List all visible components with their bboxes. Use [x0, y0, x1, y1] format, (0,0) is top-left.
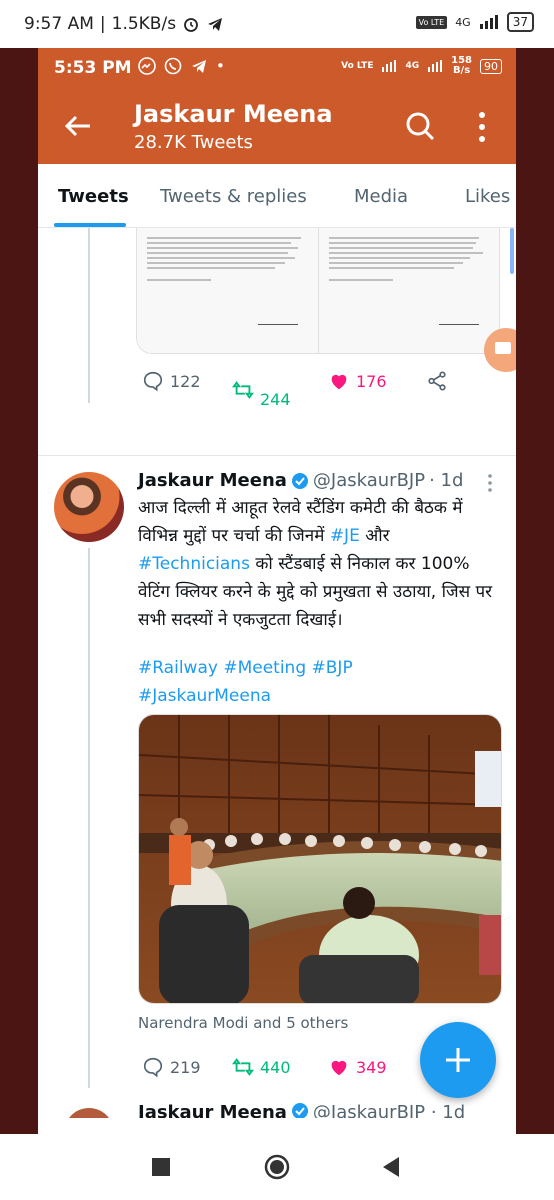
like-count: 176: [356, 371, 387, 391]
recents-icon[interactable]: [148, 1154, 174, 1180]
net-speed: 158 B/s: [451, 55, 472, 76]
tweet-divider: [38, 455, 516, 456]
device-status-left: 9:57 AM | 1.5KB/s: [24, 14, 224, 34]
like-count: 349: [356, 1057, 387, 1077]
meeting-photo[interactable]: [138, 714, 502, 1004]
tweet-hashtags[interactable]: #Railway #Meeting #BJP #JaskaurMeena: [138, 654, 504, 710]
tweet-text: आज दिल्ली में आहूत रेलवे स्टैंडिंग कमेटी…: [138, 498, 493, 630]
reply-button[interactable]: 219: [142, 1056, 201, 1078]
heart-filled-icon: [331, 1060, 347, 1076]
camera-icon: [495, 342, 511, 354]
compose-tweet-button[interactable]: [420, 1022, 496, 1098]
tweet-count: 28.7K Tweets: [134, 132, 253, 153]
avatar[interactable]: [54, 472, 124, 542]
like-button[interactable]: 349: [328, 1056, 387, 1078]
volte-badge: Vo LTE: [415, 15, 448, 29]
hashtag-je[interactable]: #JE: [330, 526, 360, 546]
document-image: [137, 228, 319, 353]
device-nav-bar: [0, 1134, 554, 1200]
thread-line: [88, 228, 90, 403]
signal-icon: [382, 60, 397, 72]
scrollbar[interactable]: [510, 228, 514, 274]
signal-icon-2: [428, 60, 443, 72]
profile-name-title: Jaskaur Meena: [134, 100, 333, 128]
telegram-icon: [192, 60, 206, 73]
tagged-users[interactable]: Narendra Modi and 5 others: [138, 1014, 348, 1032]
author-handle[interactable]: @JaskaurBJP: [313, 470, 425, 491]
messenger-icon: [138, 57, 156, 75]
home-icon[interactable]: [264, 1154, 290, 1180]
retweet-icon: [232, 380, 254, 399]
share-button[interactable]: [426, 370, 448, 392]
reply-count: 219: [170, 1057, 201, 1077]
app-nav-bar: [38, 1118, 516, 1134]
dot-icon: •: [216, 57, 225, 75]
tab-media[interactable]: Media: [354, 186, 408, 207]
retweet-button[interactable]: 440: [232, 1056, 291, 1078]
whatsapp-icon: [164, 57, 182, 75]
tab-likes[interactable]: Likes: [465, 186, 510, 207]
reply-count: 122: [170, 371, 201, 391]
profile-header: Jaskaur Meena 28.7K Tweets: [38, 88, 516, 164]
profile-tabs: Tweets Tweets & replies Media Likes: [38, 164, 516, 228]
tweet-media-documents[interactable]: [136, 228, 500, 354]
share-icon: [428, 371, 446, 391]
device-status-right: Vo LTE 4G 37: [415, 12, 534, 32]
heart-filled-icon: [331, 374, 347, 390]
tweet-actions: 122 244 176: [142, 370, 502, 409]
hashtag-technicians[interactable]: #Technicians: [138, 554, 250, 574]
active-tab-indicator: [54, 223, 126, 227]
tweet-more-icon[interactable]: [482, 472, 498, 494]
app-status-time: 5:53 PM: [54, 58, 132, 78]
app-status-right: Vo LTE 4G 158 B/s 90: [341, 56, 502, 76]
plus-icon: [446, 1048, 470, 1072]
thread-line: [88, 548, 90, 1088]
retweet-count: 244: [260, 390, 291, 409]
screen-record-bubble[interactable]: [484, 328, 516, 372]
retweet-button[interactable]: 244: [232, 370, 291, 409]
verified-badge-icon: [291, 472, 308, 489]
reply-icon: [143, 371, 163, 392]
device-net-speed: 1.5KB/s: [111, 14, 177, 34]
device-time: 9:57 AM: [24, 14, 94, 34]
tweet-header: Jaskaur Meena @JaskaurBJP · 1d: [138, 470, 463, 491]
notification-icons: •: [138, 57, 225, 75]
back-arrow-icon[interactable]: [60, 108, 96, 144]
signal-icon: [479, 15, 498, 29]
tweet-time: · 1d: [429, 470, 464, 491]
tab-tweets-and-replies[interactable]: Tweets & replies: [160, 186, 307, 207]
search-icon[interactable]: [404, 110, 436, 142]
more-options-icon[interactable]: [472, 110, 492, 144]
document-image: [318, 228, 499, 353]
telegram-icon: [208, 18, 223, 31]
retweet-icon: [232, 1058, 254, 1076]
battery-level: 90: [480, 58, 502, 74]
network-type: 4G: [455, 15, 471, 29]
like-button[interactable]: 176: [328, 370, 387, 392]
app-status-bar: 5:53 PM • Vo LTE 4G 158 B/s 90: [38, 48, 516, 88]
tab-tweets[interactable]: Tweets: [58, 186, 129, 207]
alarm-icon: [184, 18, 198, 32]
author-name[interactable]: Jaskaur Meena: [138, 470, 287, 491]
retweet-count: 440: [260, 1057, 291, 1077]
meeting-photo-image: [139, 715, 501, 1003]
battery-level: 37: [506, 12, 534, 32]
volte-badge: Vo LTE: [341, 60, 374, 71]
app-screen: 5:53 PM • Vo LTE 4G 158 B/s 90 Jaskaur M…: [38, 48, 516, 1134]
tweet-actions: 219 440 349: [142, 1056, 412, 1086]
device-status-bar: 9:57 AM | 1.5KB/s Vo LTE 4G 37: [0, 0, 554, 48]
network-type: 4G: [405, 60, 420, 71]
reply-button[interactable]: 122: [142, 370, 201, 392]
back-icon[interactable]: [378, 1154, 404, 1180]
reply-icon: [143, 1057, 163, 1078]
